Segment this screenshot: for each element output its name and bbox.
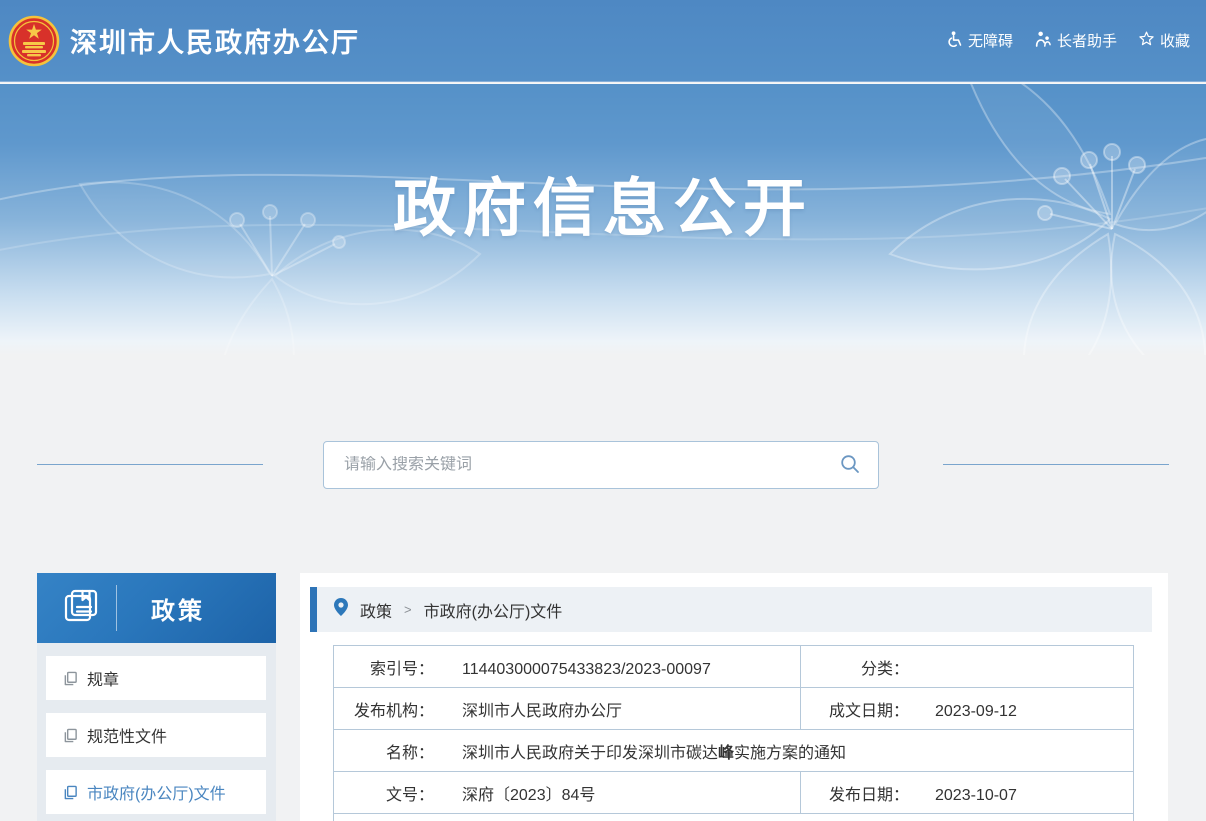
written-date-value: 2023-09-12 bbox=[935, 703, 1017, 720]
national-emblem-icon bbox=[8, 15, 60, 67]
table-row-agency-date: 发布机构： 深圳市人民政府办公厅 成文日期： 2023-09-12 bbox=[334, 688, 1134, 730]
document-icon bbox=[63, 671, 78, 686]
decorative-line-right bbox=[943, 464, 1169, 465]
breadcrumb-policy-link[interactable]: 政策 bbox=[360, 598, 392, 622]
page-title: 政府信息公开 bbox=[0, 158, 1206, 249]
topbar: 深圳市人民政府办公厅 无障碍 bbox=[0, 0, 1206, 82]
site-brand[interactable]: 深圳市人民政府办公厅 bbox=[8, 15, 360, 67]
written-date-cell: 成文日期： 2023-09-12 bbox=[801, 688, 1134, 730]
decorative-line-left bbox=[37, 464, 263, 465]
document-name-cell: 名称： 深圳市人民政府关于印发深圳市碳达峰实施方案的通知 bbox=[334, 730, 1134, 772]
accessibility-link[interactable]: 无障碍 bbox=[947, 30, 1013, 51]
index-number-value: 114403000075433823/2023-00097 bbox=[462, 661, 711, 678]
agency-label: 发布机构： bbox=[334, 697, 434, 721]
content-panel: 政策 > 市政府(办公厅)文件 索引号： 114403000075433823/2… bbox=[300, 573, 1168, 821]
sidebar-item-label: 市政府(办公厅)文件 bbox=[87, 780, 226, 804]
star-icon bbox=[1139, 31, 1154, 50]
table-row-index-category: 索引号： 114403000075433823/2023-00097 分类： bbox=[334, 646, 1134, 688]
breadcrumb-current-link[interactable]: 市政府(办公厅)文件 bbox=[424, 598, 563, 622]
sidebar: 政策 规章 规范性文件 bbox=[37, 573, 276, 821]
site-title: 深圳市人民政府办公厅 bbox=[70, 21, 360, 60]
policy-book-icon bbox=[61, 586, 101, 631]
sidebar-item-normative-docs[interactable]: 规范性文件 bbox=[46, 713, 266, 757]
banner: 政府信息公开 bbox=[0, 83, 1206, 355]
sidebar-item-rules[interactable]: 规章 bbox=[46, 656, 266, 700]
document-icon bbox=[63, 785, 78, 800]
favorite-link[interactable]: 收藏 bbox=[1139, 30, 1190, 51]
elder-helper-link[interactable]: 长者助手 bbox=[1035, 30, 1117, 51]
search-icon bbox=[840, 454, 860, 477]
accessibility-label: 无障碍 bbox=[968, 30, 1013, 51]
elder-people-icon bbox=[1035, 31, 1051, 51]
highlighted-keyword: 峰 bbox=[718, 745, 734, 762]
category-cell: 分类： bbox=[801, 646, 1134, 688]
table-row-number-publish: 文号： 深府〔2023〕84号 发布日期： 2023-10-07 bbox=[334, 772, 1134, 814]
sidebar-header: 政策 bbox=[37, 573, 276, 643]
doc-number-value: 深府〔2023〕84号 bbox=[462, 787, 595, 804]
sidebar-item-label: 规章 bbox=[87, 666, 119, 690]
document-info-table: 索引号： 114403000075433823/2023-00097 分类： 发布… bbox=[333, 645, 1134, 821]
map-pin-icon bbox=[334, 598, 348, 621]
publish-date-value: 2023-10-07 bbox=[935, 787, 1017, 804]
written-date-label: 成文日期： bbox=[801, 697, 909, 721]
sidebar-header-divider bbox=[116, 585, 117, 631]
agency-cell: 发布机构： 深圳市人民政府办公厅 bbox=[334, 688, 801, 730]
favorite-label: 收藏 bbox=[1160, 30, 1190, 51]
table-row-name: 名称： 深圳市人民政府关于印发深圳市碳达峰实施方案的通知 bbox=[334, 730, 1134, 772]
publish-date-cell: 发布日期： 2023-10-07 bbox=[801, 772, 1134, 814]
breadcrumb-separator: > bbox=[404, 602, 412, 617]
topbar-links: 无障碍 长者助手 收藏 bbox=[947, 30, 1190, 51]
clipped-cell bbox=[334, 814, 1134, 821]
sidebar-item-label: 规范性文件 bbox=[87, 723, 167, 747]
wheelchair-icon bbox=[947, 31, 962, 51]
agency-value: 深圳市人民政府办公厅 bbox=[462, 703, 622, 720]
table-row-clipped bbox=[334, 814, 1134, 821]
doc-number-cell: 文号： 深府〔2023〕84号 bbox=[334, 772, 801, 814]
category-label: 分类： bbox=[801, 655, 909, 679]
search-input[interactable] bbox=[344, 456, 836, 474]
sidebar-title: 政策 bbox=[151, 591, 205, 626]
document-icon bbox=[63, 728, 78, 743]
search-box bbox=[323, 441, 879, 489]
sidebar-item-municipal-docs[interactable]: 市政府(办公厅)文件 bbox=[46, 770, 266, 814]
index-number-cell: 索引号： 114403000075433823/2023-00097 bbox=[334, 646, 801, 688]
doc-number-label: 文号： bbox=[334, 781, 434, 805]
index-number-label: 索引号： bbox=[334, 655, 434, 679]
document-name-label: 名称： bbox=[334, 739, 434, 763]
document-name-value: 深圳市人民政府关于印发深圳市碳达峰实施方案的通知 bbox=[462, 745, 846, 762]
search-button[interactable] bbox=[836, 450, 864, 481]
elder-helper-label: 长者助手 bbox=[1057, 30, 1117, 51]
page: 深圳市人民政府办公厅 无障碍 bbox=[0, 0, 1206, 821]
publish-date-label: 发布日期： bbox=[801, 781, 909, 805]
breadcrumb: 政策 > 市政府(办公厅)文件 bbox=[310, 587, 1152, 632]
